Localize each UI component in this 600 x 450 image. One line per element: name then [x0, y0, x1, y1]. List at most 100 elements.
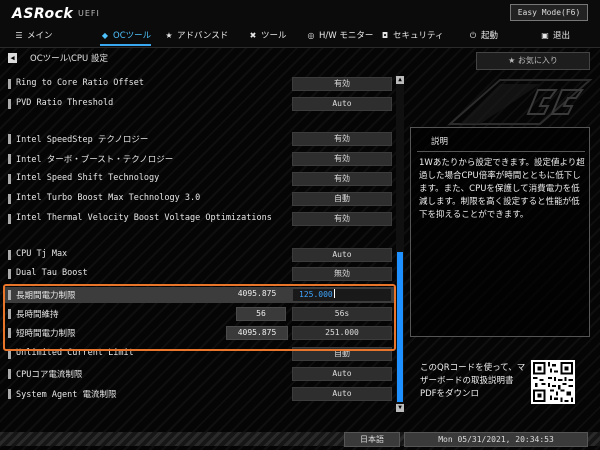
tab-label: 退出 — [553, 31, 571, 41]
shield-icon: ◘ — [381, 31, 389, 40]
setting-long-duration-maintained[interactable]: 長時間維持 56 56s — [4, 306, 394, 322]
setting-dual-tau-boost[interactable]: Dual Tau Boost 無効 — [4, 266, 394, 282]
tab-label: OCツール — [113, 31, 152, 41]
setting-label: Unlimited Current Limit — [16, 348, 134, 358]
setting-label: Intel Thermal Velocity Boost Voltage Opt… — [16, 213, 272, 223]
setting-speedstep[interactable]: Intel SpeedStep テクノロジー 有効 — [4, 131, 394, 147]
current-value: 4095.875 — [226, 326, 288, 340]
gauge-icon: ◎ — [307, 31, 315, 40]
easy-mode-button[interactable]: Easy Mode(F6) — [510, 4, 588, 21]
scrollbar-thumb[interactable] — [397, 252, 403, 402]
setting-cpu-core-current-limit[interactable]: CPUコア電流制限 Auto — [4, 366, 394, 382]
setting-system-agent-current-limit[interactable]: System Agent 電流制限 Auto — [4, 386, 394, 402]
tab-label: アドバンスド — [177, 31, 229, 41]
setting-label: 短時間電力制限 — [16, 329, 76, 339]
flame-icon: ◆ — [101, 31, 109, 40]
setting-long-duration-power-limit[interactable]: 長期間電力制限 4095.875 125.000 — [4, 287, 394, 303]
tab-label: メイン — [27, 31, 53, 41]
tab-label: 起動 — [481, 31, 499, 41]
row-marker — [8, 154, 11, 164]
setting-value[interactable]: 有効 — [292, 77, 392, 91]
setting-label: 長期間電力制限 — [16, 291, 76, 301]
setting-label: Intel Turbo Boost Max Technology 3.0 — [16, 193, 201, 203]
setting-tvb-voltage-optimizations[interactable]: Intel Thermal Velocity Boost Voltage Opt… — [4, 211, 394, 227]
tab-boot[interactable]: ⏻ 起動 — [468, 28, 498, 46]
breadcrumb-text: OCツール\CPU 設定 — [30, 54, 108, 64]
setting-value[interactable]: 有効 — [292, 212, 392, 226]
row-marker — [8, 194, 11, 204]
setting-cpu-tj-max[interactable]: CPU Tj Max Auto — [4, 247, 394, 263]
scroll-down-icon[interactable]: ▼ — [396, 404, 404, 412]
oc-logo-decoration-icon — [447, 79, 593, 125]
tab-tool[interactable]: ✖ ツール — [248, 28, 287, 46]
row-marker — [8, 349, 11, 359]
setting-speed-shift[interactable]: Intel Speed Shift Technology 有効 — [4, 171, 394, 187]
tab-hw-monitor[interactable]: ◎ H/W モニター — [306, 28, 374, 46]
setting-unlimited-current-limit[interactable]: Unlimited Current Limit 自動 — [4, 346, 394, 362]
row-marker — [8, 369, 11, 379]
favorite-button[interactable]: ★ お気に入り — [476, 52, 590, 70]
wrench-icon: ✖ — [249, 31, 257, 40]
setting-value[interactable]: 自動 — [292, 347, 392, 361]
setting-value[interactable]: Auto — [292, 367, 392, 381]
tab-label: H/W モニター — [319, 31, 374, 41]
setting-label: 長時間維持 — [16, 310, 59, 320]
qr-code-icon — [531, 360, 575, 404]
description-panel: 説明 1Wあたりから設定できます。設定値より超過した場合CPU倍率が時間とともに… — [410, 127, 590, 337]
setting-value-input[interactable]: 125.000 — [292, 288, 392, 302]
main-tabs: ☰ メイン ◆ OCツール ★ アドバンスド ✖ ツール ◎ H/W モニター ◘ セキュリ… — [0, 28, 600, 46]
tab-exit[interactable]: ▣ 退出 — [540, 28, 570, 46]
footer: 日本語 Mon 05/31/2021, 20:34:53 — [0, 424, 600, 450]
setting-label: Dual Tau Boost — [16, 268, 88, 278]
setting-value[interactable]: 251.000 — [292, 326, 392, 340]
setting-value[interactable]: 自動 — [292, 192, 392, 206]
setting-label: CPU Tj Max — [16, 249, 68, 259]
setting-turbo-boost[interactable]: Intel ターボ・ブースト・テクノロジー 有効 — [4, 151, 394, 167]
row-marker — [8, 79, 11, 89]
setting-value[interactable]: 有効 — [292, 172, 392, 186]
description-title: 説明 — [431, 137, 449, 147]
tab-security[interactable]: ◘ セキュリティ — [380, 28, 444, 46]
setting-value[interactable]: 無効 — [292, 267, 392, 281]
setting-value[interactable]: Auto — [292, 248, 392, 262]
row-marker — [8, 309, 11, 319]
tab-main[interactable]: ☰ メイン — [14, 28, 53, 46]
current-value: 56 — [236, 307, 286, 321]
back-arrow-icon[interactable]: ◀ — [8, 53, 17, 63]
setting-value[interactable]: 有効 — [292, 152, 392, 166]
tab-advanced[interactable]: ★ アドバンスド — [164, 28, 228, 46]
tab-label: セキュリティ — [393, 31, 444, 41]
setting-value[interactable]: 有効 — [292, 132, 392, 146]
setting-label: Ring to Core Ratio Offset — [16, 78, 144, 88]
scroll-up-icon[interactable]: ▲ — [396, 76, 404, 84]
power-icon: ⏻ — [469, 31, 477, 40]
setting-short-duration-power-limit[interactable]: 短時間電力制限 4095.875 251.000 — [4, 325, 394, 341]
setting-value[interactable]: 56s — [292, 307, 392, 321]
row-marker — [8, 290, 11, 300]
setting-label: Intel SpeedStep テクノロジー — [16, 135, 149, 145]
setting-value[interactable]: Auto — [292, 97, 392, 111]
row-marker — [8, 99, 11, 109]
setting-pvd-ratio-threshold[interactable]: PVD Ratio Threshold Auto — [4, 96, 394, 112]
row-marker — [8, 250, 11, 260]
setting-label: Intel ターボ・ブースト・テクノロジー — [16, 155, 174, 165]
setting-label: CPUコア電流制限 — [16, 370, 83, 380]
datetime-display: Mon 05/31/2021, 20:34:53 — [404, 432, 588, 447]
setting-ring-to-core-ratio-offset[interactable]: Ring to Core Ratio Offset 有効 — [4, 76, 394, 92]
row-marker — [8, 269, 11, 279]
header: ASRock UEFI Easy Mode(F6) ☰ メイン ◆ OCツール ★ ア… — [0, 0, 600, 48]
setting-value[interactable]: Auto — [292, 387, 392, 401]
setting-label: Intel Speed Shift Technology — [16, 173, 160, 183]
current-value: 4095.875 — [237, 289, 277, 298]
tab-oc-tweaker[interactable]: ◆ OCツール — [100, 28, 152, 46]
tab-label: ツール — [261, 31, 287, 41]
row-marker — [8, 389, 11, 399]
setting-turbo-boost-max-3[interactable]: Intel Turbo Boost Max Technology 3.0 自動 — [4, 191, 394, 207]
language-button[interactable]: 日本語 — [344, 432, 400, 447]
qr-caption: このQRコードを使って、マザーボードの取扱説明書PDFをダウンロ — [420, 363, 526, 399]
exit-icon: ▣ — [541, 31, 549, 40]
row-marker — [8, 328, 11, 338]
setting-label: PVD Ratio Threshold — [16, 98, 114, 108]
uefi-label: UEFI — [78, 9, 100, 18]
setting-label: System Agent 電流制限 — [16, 390, 117, 400]
